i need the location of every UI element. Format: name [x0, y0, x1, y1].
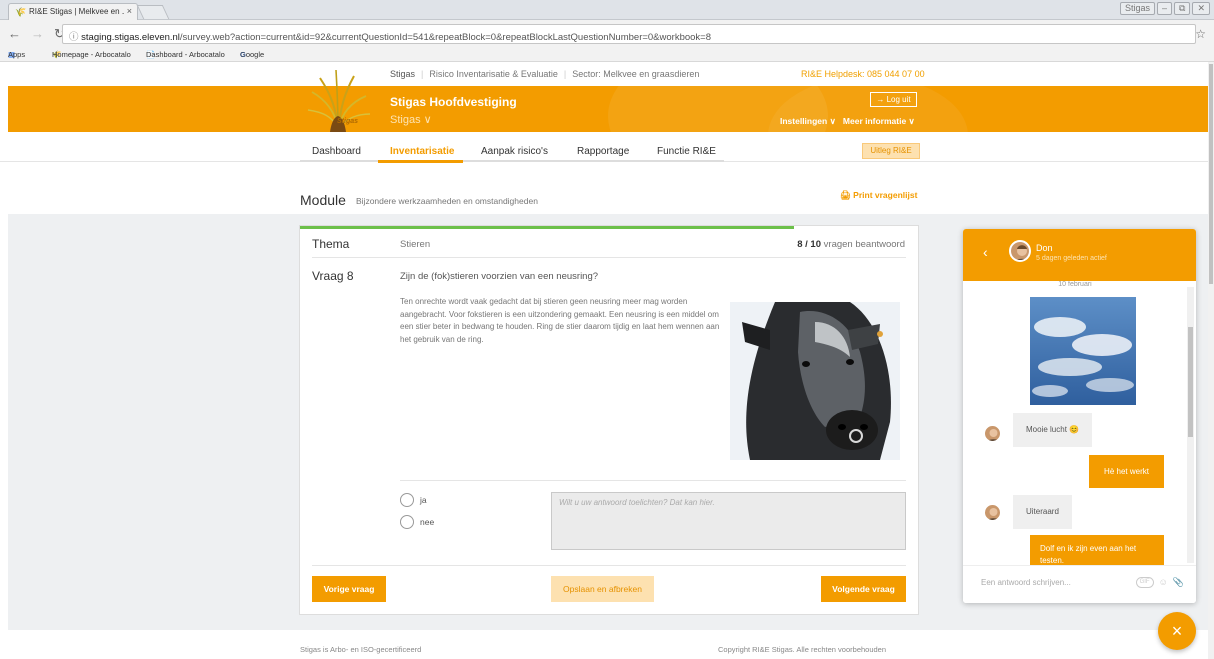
stigas-favicon-icon: 🌾 — [15, 7, 27, 17]
new-tab-button[interactable] — [136, 5, 170, 19]
progress-bar — [300, 226, 795, 229]
tab-functie-rie[interactable]: Functie RI&E — [657, 146, 716, 157]
footer-copyright: Copyright RI&E Stigas. Alle rechten voor… — [718, 645, 887, 654]
logout-button[interactable]: → Log uit — [870, 92, 917, 107]
module-title: Module — [300, 192, 346, 208]
address-bar-row: ← → ↻ ⓘ staging.stigas.eleven.nl/survey.… — [0, 20, 1214, 48]
save-and-abort-button[interactable]: Opslaan en afbreken — [551, 576, 654, 602]
divider — [400, 480, 906, 481]
gif-icon[interactable]: GIF — [1135, 577, 1154, 588]
option-ja[interactable]: ja — [400, 493, 460, 507]
organisation-switch[interactable]: Stigas ∨ — [390, 113, 432, 126]
radio-circle[interactable] — [400, 493, 414, 507]
message-incoming: Uiteraard — [1013, 495, 1072, 529]
tab-dashboard[interactable]: Dashboard — [312, 146, 361, 157]
emoji-icon[interactable]: ☺ — [1159, 577, 1168, 588]
topline-product: Risico Inventarisatie & Evaluatie — [429, 69, 558, 79]
tab-rapportage[interactable]: Rapportage — [577, 146, 629, 157]
forward-icon[interactable]: → — [31, 26, 44, 42]
chat-close-button[interactable]: × — [1158, 612, 1196, 650]
chat-messages: 10 februari Mooie lucht 😊 Hè het werkt U… — [963, 281, 1196, 565]
printer-icon: 🖨 — [840, 190, 851, 200]
more-info-menu[interactable]: Meer informatie ∨ — [843, 116, 915, 126]
url-path: /survey.web?action=current&id=92&current… — [179, 32, 712, 43]
organisation-name: Stigas Hoofdvestiging — [390, 95, 517, 109]
question-card: Thema Stieren 8 / 10 vragen beantwoord V… — [299, 225, 919, 615]
info-icon[interactable]: ⓘ — [69, 32, 79, 43]
bookmark-star-icon[interactable]: ☆ — [1195, 27, 1206, 41]
message-outgoing: Dolf en ik zijn even aan het testen. — [1030, 535, 1164, 565]
chat-widget: ‹ Don 5 dagen geleden actief 10 februari… — [963, 229, 1196, 603]
chat-contact-name: Don — [1036, 243, 1053, 253]
next-question-button[interactable]: Volgende vraag — [821, 576, 906, 602]
bookmarks-bar: ▦ Apps 🌾 Homepage - Arbocatalo 📄 Dashboa… — [0, 48, 1214, 62]
main-nav: Dashboard Inventarisatie Aanpak risico's… — [0, 132, 1208, 163]
option-nee[interactable]: nee — [400, 515, 460, 529]
divider — [312, 565, 906, 566]
page: Stigas Hoofdvestiging Stigas ∨ → Log uit… — [0, 62, 1208, 659]
footer-certification: Stigas is Arbo- en ISO-gecertificeerd — [300, 645, 422, 654]
back-icon[interactable]: ← — [8, 26, 21, 42]
settings-menu[interactable]: Instellingen ∨ — [780, 116, 836, 126]
chevron-left-icon[interactable]: ‹ — [983, 244, 988, 260]
minimize-button[interactable]: – — [1157, 2, 1173, 15]
tab-aanpak-risicos[interactable]: Aanpak risico's — [481, 146, 548, 157]
chat-contact-status: 5 dagen geleden actief — [1036, 255, 1107, 262]
avatar — [1009, 240, 1031, 262]
page-scrollbar[interactable] — [1208, 62, 1214, 659]
previous-question-button[interactable]: Vorige vraag — [312, 576, 386, 602]
logo-text: Stigas — [337, 118, 359, 125]
sky-photo[interactable] — [1030, 297, 1136, 405]
paperclip-icon[interactable]: 📎 — [1173, 577, 1184, 588]
browser-tab[interactable]: 🌾 RI&E Stigas | Melkvee en ․ × — [8, 3, 138, 20]
bull-photo — [730, 302, 900, 460]
topline-sector: Sector: Melkvee en graasdieren — [572, 69, 700, 79]
module-subtitle: Bijzondere werkzaamheden en omstandighed… — [356, 196, 538, 206]
answer-explanation-textarea[interactable]: Wilt u uw antwoord toelichten? Dat kan h… — [551, 492, 906, 550]
print-link[interactable]: 🖨 Print vragenlijst — [840, 190, 917, 201]
restore-button[interactable]: ⧉ — [1174, 2, 1191, 15]
answered-count: 8 / 10 vragen beantwoord — [797, 239, 905, 250]
topline: Stigas | Risico Inventarisatie & Evaluatie… — [390, 69, 700, 79]
question-explanation: Ten onrechte wordt vaak gedacht dat bij … — [400, 297, 720, 344]
tab-inventarisatie[interactable]: Inventarisatie — [390, 146, 454, 157]
question-text: Zijn de (fok)stieren voorzien van een ne… — [400, 271, 599, 282]
avatar — [984, 504, 1001, 521]
topline-brand: Stigas — [390, 69, 416, 79]
window-controls: Stigas – ⧉ ✕ — [1119, 2, 1210, 15]
thema-label: Thema — [312, 237, 350, 251]
thema-value: Stieren — [400, 239, 431, 250]
print-label: Print vragenlijst — [853, 190, 918, 200]
uitleg-button[interactable]: Uitleg RI&E — [862, 143, 920, 159]
chat-scrollbar[interactable] — [1187, 287, 1194, 563]
radio-circle[interactable] — [400, 515, 414, 529]
avatar — [984, 425, 1001, 442]
header-menu: Instellingen ∨ Meer informatie ∨ — [780, 116, 915, 127]
window-user[interactable]: Stigas — [1119, 2, 1155, 15]
divider — [312, 257, 906, 258]
chat-input-placeholder: Een antwoord schrijven... — [981, 578, 1071, 587]
message-outgoing: Hè het werkt — [1089, 455, 1164, 488]
chat-header: ‹ Don 5 dagen geleden actief — [963, 229, 1196, 281]
helpdesk-info[interactable]: RI&E Helpdesk: 085 044 07 00 — [801, 69, 925, 79]
tab-close-icon[interactable]: × — [127, 6, 132, 16]
url-field[interactable]: ⓘ staging.stigas.eleven.nl/survey.web?ac… — [62, 24, 1196, 44]
close-window-button[interactable]: ✕ — [1192, 2, 1210, 15]
tab-title: RI&E Stigas | Melkvee en ․ — [29, 7, 125, 16]
url-host: staging.stigas.eleven.nl — [81, 32, 180, 43]
active-tab-indicator — [378, 160, 463, 163]
chat-date: 10 februari — [1058, 281, 1092, 288]
chat-input[interactable]: Een antwoord schrijven... GIF ☺ 📎 — [963, 565, 1196, 603]
question-label: Vraag 8 — [312, 269, 354, 283]
browser-tabbar: 🌾 RI&E Stigas | Melkvee en ․ × Stigas – … — [0, 0, 1214, 20]
header-band: Stigas Hoofdvestiging Stigas ∨ → Log uit… — [8, 86, 1208, 132]
message-incoming: Mooie lucht 😊 — [1013, 413, 1093, 447]
